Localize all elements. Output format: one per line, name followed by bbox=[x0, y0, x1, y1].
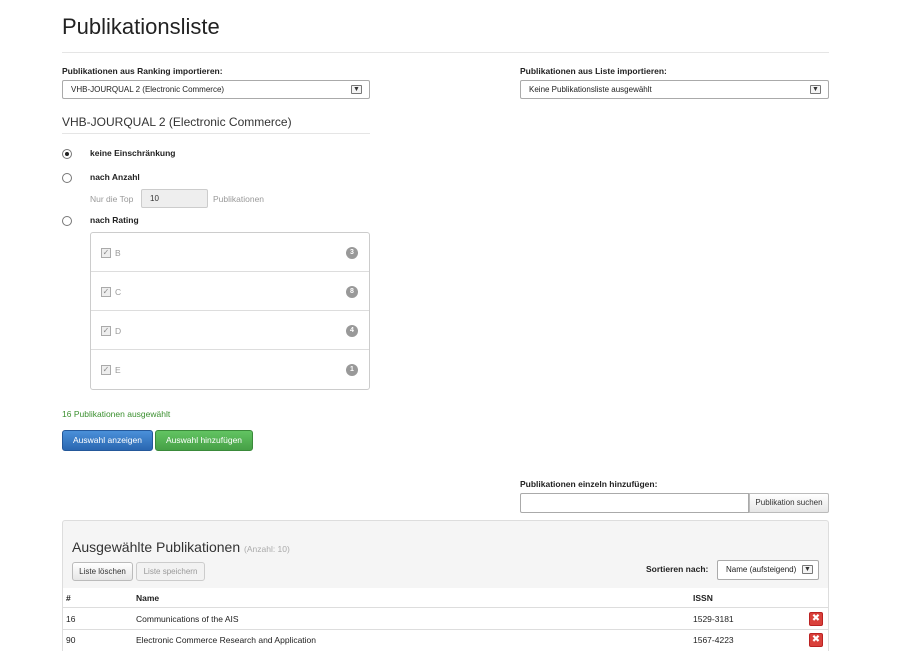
rating-count-badge: 8 bbox=[346, 286, 358, 298]
table-cell-name: Communications of the AIS bbox=[136, 614, 239, 624]
table-cell-number: 90 bbox=[66, 635, 76, 645]
sort-select-value: Name (aufsteigend) bbox=[726, 565, 797, 574]
rating-letter: B bbox=[115, 248, 121, 258]
single-add-label: Publikationen einzeln hinzufügen: bbox=[520, 479, 658, 489]
rating-row-e[interactable]: ✓ E 1 bbox=[91, 350, 369, 389]
rating-count-badge: 4 bbox=[346, 325, 358, 337]
chevron-down-icon: ▼ bbox=[351, 85, 362, 94]
column-header-name: Name bbox=[136, 593, 160, 603]
radio-by-count[interactable] bbox=[62, 173, 72, 183]
close-icon: ✖ bbox=[811, 634, 821, 645]
list-select-value: Keine Publikationsliste ausgewählt bbox=[529, 85, 652, 94]
header-divider bbox=[62, 52, 829, 53]
selected-publications-title: Ausgewählte Publikationen (Anzahl: 10) bbox=[72, 539, 290, 555]
table-header-divider bbox=[62, 607, 829, 608]
radio-no-restriction[interactable] bbox=[62, 149, 72, 159]
rating-row-c[interactable]: ✓ C 8 bbox=[91, 272, 369, 311]
chevron-down-icon: ▼ bbox=[810, 85, 821, 94]
option-label-by-rating: nach Rating bbox=[90, 215, 139, 225]
page-title: Publikationsliste bbox=[62, 14, 220, 39]
import-ranking-label: Publikationen aus Ranking importieren: bbox=[62, 66, 223, 76]
rating-letter: E bbox=[115, 365, 121, 375]
rating-letter: C bbox=[115, 287, 122, 297]
rating-list: ✓ B 3 ✓ C 8 ✓ D 4 ✓ E 1 bbox=[90, 232, 370, 390]
selected-publications-count: (Anzahl: 10) bbox=[244, 544, 290, 554]
clear-list-button[interactable]: Liste löschen bbox=[72, 562, 133, 581]
remove-row-button[interactable]: ✖ bbox=[809, 633, 823, 647]
add-selection-button[interactable]: Auswahl hinzufügen bbox=[155, 430, 253, 451]
ranking-select[interactable]: VHB-JOURQUAL 2 (Electronic Commerce) ▼ bbox=[62, 80, 370, 99]
table-cell-name: Electronic Commerce Research and Applica… bbox=[136, 635, 317, 645]
rating-count-badge: 3 bbox=[346, 247, 358, 259]
rating-letter: D bbox=[115, 326, 122, 336]
radio-by-rating[interactable] bbox=[62, 216, 72, 226]
ranking-section-divider bbox=[62, 133, 370, 134]
close-icon: ✖ bbox=[811, 613, 821, 624]
sort-label: Sortieren nach: bbox=[646, 564, 709, 574]
selected-count-text: 16 Publikationen ausgewählt bbox=[62, 409, 171, 419]
show-selection-button[interactable]: Auswahl anzeigen bbox=[62, 430, 153, 451]
option-label-no-restriction: keine Einschränkung bbox=[90, 148, 176, 158]
top-prefix: Nur die Top bbox=[90, 194, 134, 204]
option-label-by-count: nach Anzahl bbox=[90, 172, 140, 182]
search-publication-button[interactable]: Publikation suchen bbox=[749, 493, 829, 513]
selected-publications-heading: Ausgewählte Publikationen bbox=[72, 539, 241, 555]
table-row-divider bbox=[62, 629, 829, 630]
table-cell-number: 16 bbox=[66, 614, 76, 624]
column-header-number: # bbox=[66, 593, 71, 603]
checkbox-rating-d[interactable]: ✓ bbox=[101, 326, 111, 336]
publication-search-input[interactable] bbox=[520, 493, 749, 513]
column-header-issn: ISSN bbox=[693, 593, 713, 603]
sort-select[interactable]: Name (aufsteigend) ▼ bbox=[717, 560, 819, 580]
rating-count-badge: 1 bbox=[346, 364, 358, 376]
checkbox-rating-b[interactable]: ✓ bbox=[101, 248, 111, 258]
top-count-input[interactable]: 10 bbox=[141, 189, 208, 208]
chevron-down-icon: ▼ bbox=[802, 565, 813, 574]
checkbox-rating-c[interactable]: ✓ bbox=[101, 287, 111, 297]
import-list-label: Publikationen aus Liste importieren: bbox=[520, 66, 667, 76]
save-list-button[interactable]: Liste speichern bbox=[136, 562, 205, 581]
ranking-select-value: VHB-JOURQUAL 2 (Electronic Commerce) bbox=[71, 85, 225, 94]
checkbox-rating-e[interactable]: ✓ bbox=[101, 365, 111, 375]
table-cell-issn: 1529-3181 bbox=[693, 614, 734, 624]
list-select[interactable]: Keine Publikationsliste ausgewählt ▼ bbox=[520, 80, 829, 99]
rating-row-b[interactable]: ✓ B 3 bbox=[91, 233, 369, 272]
ranking-section-title: VHB-JOURQUAL 2 (Electronic Commerce) bbox=[62, 115, 292, 129]
top-suffix: Publikationen bbox=[213, 194, 265, 204]
table-cell-issn: 1567-4223 bbox=[693, 635, 734, 645]
remove-row-button[interactable]: ✖ bbox=[809, 612, 823, 626]
rating-row-d[interactable]: ✓ D 4 bbox=[91, 311, 369, 350]
